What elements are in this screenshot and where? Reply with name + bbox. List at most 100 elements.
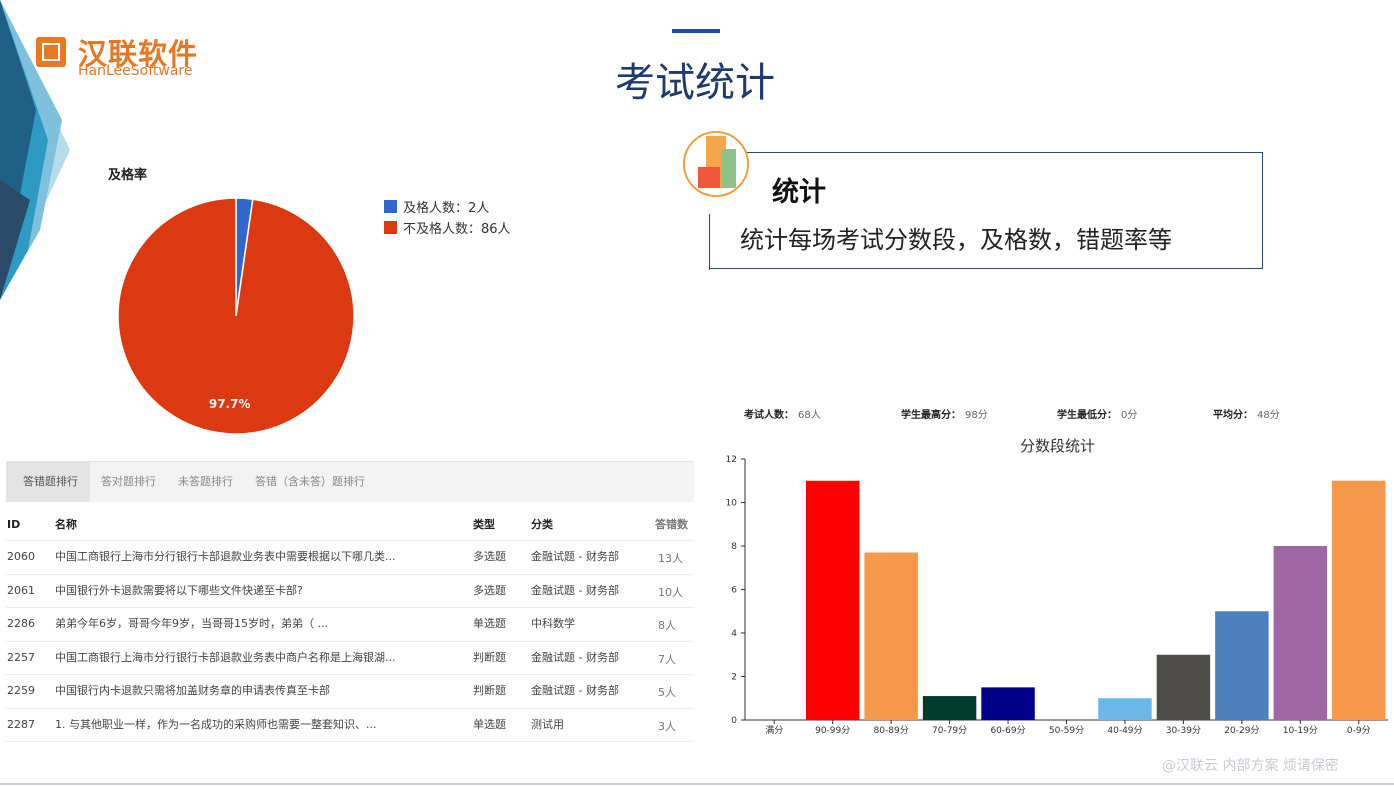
cell-category: 金融试题 - 财务部 <box>531 583 619 597</box>
bar <box>864 552 918 720</box>
stat-label: 平均分： <box>1213 410 1253 421</box>
table-row[interactable]: 2061 中国银行外卡退款需要将以下哪些文件快递至卡部? 多选题 金融试题 - … <box>6 575 694 608</box>
page-title: 考试统计 <box>615 60 775 106</box>
table-row[interactable]: 2259 中国银行内卡退款只需将加盖财务章的申请表传真至卡部 判断题 金融试题 … <box>6 675 694 709</box>
cell-count: 8人 <box>658 619 676 632</box>
cell-name: 弟弟今年6岁，哥哥今年9岁，当哥哥15岁时，弟弟（ ... <box>55 617 328 630</box>
cell-id: 2286 <box>7 617 35 630</box>
cell-id: 2061 <box>7 583 35 597</box>
legend-swatch <box>384 221 397 234</box>
ranking-tabs: 答错题排行 答对题排行 未答题排行 答错（含未答）题排行 <box>6 461 694 502</box>
bar <box>1215 611 1269 720</box>
x-tick-label: 50-59分 <box>1049 725 1084 736</box>
feature-title: 统计 <box>772 177 826 208</box>
cell-id: 2060 <box>7 550 35 563</box>
y-tick-label: 8 <box>731 542 737 552</box>
pass-rate-pie-chart: 97.7% <box>117 197 355 435</box>
bottom-divider <box>0 783 1394 785</box>
cell-name: 中国银行外卡退款需要将以下哪些文件快递至卡部? <box>55 583 303 597</box>
feature-card-border <box>709 214 710 270</box>
cell-name: 中国银行内卡退款只需将加盖财务章的申请表传真至卡部 <box>55 684 330 697</box>
tab-wrong-ranking[interactable]: 答错题排行 <box>6 462 90 502</box>
header-category: 分类 <box>531 518 553 531</box>
cell-count: 5人 <box>658 686 676 699</box>
cell-type: 多选题 <box>473 583 506 597</box>
stat-label: 考试人数： <box>744 410 794 421</box>
bar <box>1273 546 1328 720</box>
x-tick-label: 60-69分 <box>990 725 1025 736</box>
tab-unanswered-ranking[interactable]: 未答题排行 <box>167 462 244 502</box>
table-header: ID 名称 类型 分类 答错数 <box>6 511 694 541</box>
stat-value: 98分 <box>965 410 988 421</box>
cell-type: 单选题 <box>473 717 506 731</box>
y-tick-label: 2 <box>731 673 737 683</box>
feature-description: 统计每场考试分数段，及格数，错题率等 <box>740 226 1172 254</box>
stat-label: 学生最高分： <box>901 410 961 421</box>
x-tick-label: 0-9分 <box>1347 725 1371 736</box>
cell-id: 2287 <box>7 717 35 731</box>
legend-label: 不及格人数：86人 <box>403 222 511 237</box>
watermark: @汉联云 内部方案 烦请保密 <box>1162 758 1339 774</box>
cell-category: 测试用 <box>531 717 564 731</box>
tab-correct-ranking[interactable]: 答对题排行 <box>90 462 167 502</box>
cell-id: 2257 <box>7 650 35 664</box>
stat-average: 平均分： 48分 <box>1213 406 1280 421</box>
stat-lowest: 学生最低分： 0分 <box>1057 406 1137 421</box>
logo-en-text: HanLeeSoftware <box>78 63 193 79</box>
score-distribution-bar-chart: 0 2 4 6 8 10 12 满分 90-99分 80-89分 70-79分 60-69分 50-59… <box>726 455 1388 736</box>
bar <box>805 480 860 720</box>
bar <box>981 687 1035 720</box>
stat-participants: 考试人数： 68人 <box>744 406 821 421</box>
title-accent-bar <box>672 29 720 33</box>
x-tick-label: 满分 <box>765 725 783 736</box>
cell-id: 2259 <box>7 684 35 697</box>
cell-type: 判断题 <box>473 650 506 664</box>
stat-value: 68人 <box>798 410 821 421</box>
cell-type: 判断题 <box>473 684 506 697</box>
bar <box>1332 480 1386 720</box>
bar <box>1156 654 1211 720</box>
y-tick-label: 12 <box>726 455 737 465</box>
x-tick-label: 90-99分 <box>815 725 850 736</box>
cell-category: 中科数学 <box>531 617 575 630</box>
cell-category: 金融试题 - 财务部 <box>531 550 619 563</box>
y-tick-label: 4 <box>731 629 737 639</box>
legend-item-fail: 不及格人数：86人 <box>384 217 511 238</box>
x-tick-label: 40-49分 <box>1107 725 1142 736</box>
x-tick-label: 30-39分 <box>1166 725 1201 736</box>
cell-category: 金融试题 - 财务部 <box>531 684 619 697</box>
y-tick-label: 0 <box>731 716 737 726</box>
header-id: ID <box>7 518 21 531</box>
cell-count: 10人 <box>658 585 683 599</box>
bar-chart-icon <box>683 131 749 197</box>
x-tick-label: 20-29分 <box>1224 725 1259 736</box>
stat-label: 学生最低分： <box>1057 410 1117 421</box>
stat-value: 48分 <box>1257 410 1280 421</box>
bar <box>1098 698 1152 720</box>
stat-value: 0分 <box>1121 410 1138 421</box>
x-tick-label: 80-89分 <box>874 725 909 736</box>
table-row[interactable]: 2060 中国工商银行上海市分行银行卡部退款业务表中需要根据以下哪几类... 多… <box>6 541 694 575</box>
table-row[interactable]: 2257 中国工商银行上海市分行银行卡部退款业务表中商户名称是上海银湖... 判… <box>6 642 694 675</box>
stat-highest: 学生最高分： 98分 <box>901 406 988 421</box>
x-tick-label: 10-19分 <box>1283 725 1318 736</box>
table-row[interactable]: 2287 1. 与其他职业一样，作为一名成功的采购师也需要一整套知识、... 单… <box>6 709 694 742</box>
legend-label: 及格人数：2人 <box>403 201 490 216</box>
legend-swatch <box>384 200 397 213</box>
x-tick-label: 70-79分 <box>932 725 967 736</box>
header-count: 答错数 <box>655 518 688 531</box>
company-logo: 汉联软件 HanLeeSoftware <box>36 34 206 82</box>
cell-name: 中国工商银行上海市分行银行卡部退款业务表中需要根据以下哪几类... <box>55 550 396 563</box>
cell-count: 3人 <box>658 719 676 733</box>
tab-wrong-incl-unanswered-ranking[interactable]: 答错（含未答）题排行 <box>244 462 376 502</box>
table-row[interactable]: 2286 弟弟今年6岁，哥哥今年9岁，当哥哥15岁时，弟弟（ ... 单选题 中… <box>6 608 694 642</box>
cell-type: 单选题 <box>473 617 506 630</box>
pie-chart-title: 及格率 <box>108 168 148 183</box>
pie-legend: 及格人数：2人 不及格人数：86人 <box>384 196 511 238</box>
legend-item-pass: 及格人数：2人 <box>384 196 511 217</box>
cell-count: 7人 <box>658 652 676 666</box>
y-tick-label: 10 <box>726 499 738 509</box>
header-type: 类型 <box>473 518 495 531</box>
bar <box>922 696 977 720</box>
cell-name: 1. 与其他职业一样，作为一名成功的采购师也需要一整套知识、... <box>55 717 377 731</box>
